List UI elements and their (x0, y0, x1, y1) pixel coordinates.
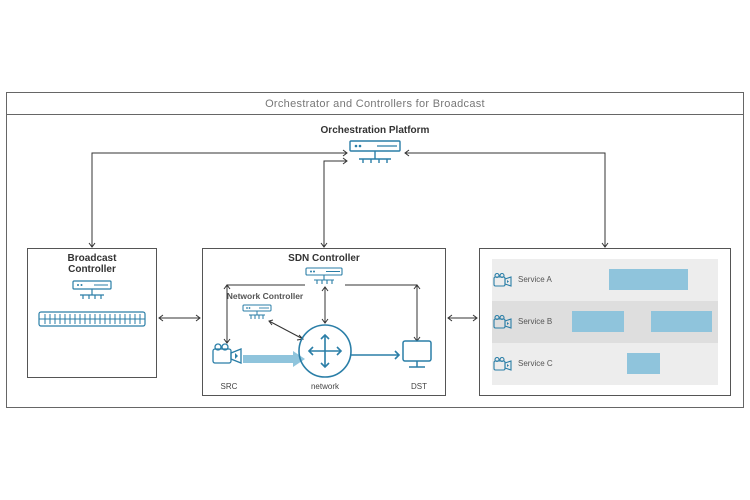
service-c-bar (627, 353, 660, 374)
broadcast-controller-server-icon (28, 279, 156, 301)
service-b-bar-1 (572, 311, 624, 332)
diagram-title: Orchestrator and Controllers for Broadca… (7, 93, 743, 115)
dst-label: DST (405, 382, 433, 391)
service-row-a: Service A (492, 259, 718, 301)
service-row-c: Service C (492, 343, 718, 385)
camera-icon (492, 357, 514, 371)
service-a-label: Service A (518, 275, 566, 284)
broadcast-controller-rack-icon (28, 311, 156, 329)
service-b-label: Service B (518, 317, 566, 326)
service-a-bar (609, 269, 688, 290)
orchestration-label: Orchestration Platform (7, 125, 743, 136)
sdn-controller-box: SDN Controller Network Controller (202, 248, 446, 396)
camera-icon (492, 273, 514, 287)
camera-icon (492, 315, 514, 329)
src-label: SRC (215, 382, 243, 391)
diagram-frame: Orchestrator and Controllers for Broadca… (6, 92, 744, 408)
orchestration-server-icon (347, 139, 403, 172)
sdn-network-diagram (203, 285, 447, 397)
services-schedule-box: Service A Service B (479, 248, 731, 396)
network-label: network (301, 382, 349, 391)
sdn-controller-label: SDN Controller (203, 249, 445, 264)
service-row-b: Service B (492, 301, 718, 343)
diagram-title-text: Orchestrator and Controllers for Broadca… (265, 98, 485, 110)
service-b-bar-2 (651, 311, 712, 332)
broadcast-controller-box: Broadcast Controller (27, 248, 157, 378)
broadcast-controller-label: Broadcast Controller (28, 249, 156, 275)
service-c-label: Service C (518, 359, 566, 368)
